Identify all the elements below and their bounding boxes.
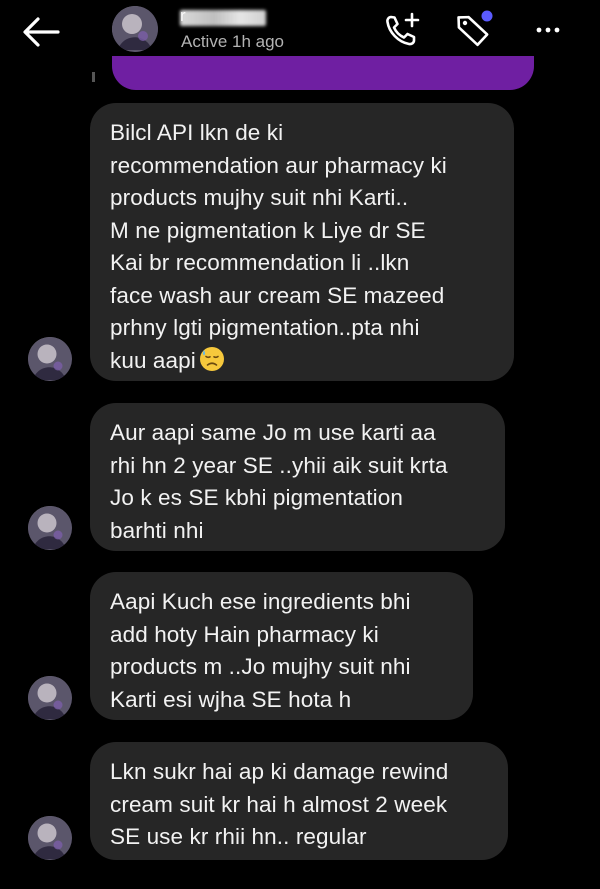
- sender-avatar[interactable]: [28, 337, 72, 381]
- scroll-marker: [92, 72, 95, 82]
- sender-avatar[interactable]: [28, 506, 72, 550]
- back-button[interactable]: [18, 12, 64, 52]
- message-bubble[interactable]: Aapi Kuch ese ingredients bhi add hoty H…: [90, 572, 473, 720]
- call-button[interactable]: [382, 10, 422, 50]
- sent-message-bubble-partial[interactable]: [112, 56, 534, 90]
- avatar-image: [112, 6, 158, 52]
- phone-plus-icon: [386, 12, 420, 46]
- avatar-image: [28, 816, 72, 860]
- more-options-button[interactable]: [530, 14, 566, 46]
- message-bubble[interactable]: Lkn sukr hai ap ki damage rewind cream s…: [90, 742, 508, 860]
- sender-avatar[interactable]: [28, 816, 72, 860]
- tag-button[interactable]: [452, 10, 498, 50]
- sad-sweat-emoji: [199, 346, 224, 371]
- avatar-image: [28, 506, 72, 550]
- tag-icon: [457, 10, 493, 47]
- message-bubble[interactable]: Bilcl API lkn de ki recommendation aur p…: [90, 103, 514, 381]
- avatar-image: [28, 337, 72, 381]
- contact-avatar[interactable]: [112, 6, 158, 52]
- avatar-image: [28, 676, 72, 720]
- sender-avatar[interactable]: [28, 676, 72, 720]
- arrow-left-icon: [23, 17, 60, 47]
- message-bubble[interactable]: Aur aapi same Jo m use karti aa rhi hn 2…: [90, 403, 505, 551]
- notification-badge: [481, 10, 493, 22]
- active-status: Active 1h ago: [181, 32, 285, 51]
- more-dots-icon: [536, 27, 560, 33]
- contact-name[interactable]: r: [180, 6, 300, 28]
- message-text: Bilcl API lkn de ki recommendation aur p…: [110, 120, 447, 373]
